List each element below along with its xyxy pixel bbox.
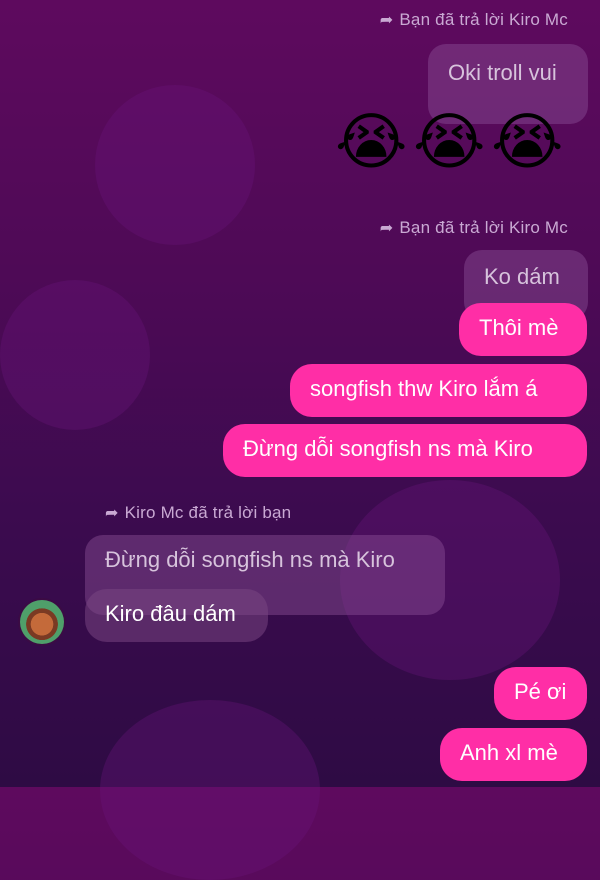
crying-emoji-icon: 😭 (491, 108, 564, 177)
reply-arrow-icon: ➦ (379, 12, 394, 29)
sent-message[interactable]: songfish thw Kiro lắm á (290, 364, 587, 417)
sent-message[interactable]: Thôi mè (459, 303, 587, 356)
quoted-message-text: Đừng dỗi songfish ns mà Kiro (105, 547, 395, 572)
sent-message-text: Pé ơi (514, 679, 567, 704)
sent-message[interactable]: Pé ơi (494, 667, 587, 720)
sent-message[interactable]: Đừng dỗi songfish ns mà Kiro (223, 424, 587, 477)
sent-message-text: Thôi mè (479, 315, 559, 340)
reply-note-text: Bạn đã trả lời Kiro Mc (399, 218, 568, 237)
received-message[interactable]: Kiro đâu dám (85, 589, 268, 642)
sent-message-text: Đừng dỗi songfish ns mà Kiro (243, 436, 533, 461)
reply-note: ➦ Bạn đã trả lời Kiro Mc (380, 218, 568, 238)
reply-note: ➦ Bạn đã trả lời Kiro Mc (380, 10, 568, 30)
bg-heart-4 (100, 700, 320, 880)
quoted-message-text: Ko dám (484, 264, 560, 289)
bg-heart-1 (95, 85, 255, 245)
bg-heart-2 (0, 280, 150, 430)
contact-avatar[interactable] (20, 600, 64, 644)
reply-arrow-icon: ➦ (105, 505, 119, 522)
reply-note: ➦ Kiro Mc đã trả lời bạn (105, 503, 291, 523)
reply-note-text: Kiro Mc đã trả lời bạn (124, 503, 292, 522)
emoji-message[interactable]: 😭 😭 😭 (335, 112, 575, 188)
crying-emoji-icon: 😭 (335, 108, 408, 177)
reply-arrow-icon: ➦ (379, 220, 394, 237)
reply-note-text: Bạn đã trả lời Kiro Mc (399, 10, 568, 29)
crying-emoji-icon: 😭 (413, 108, 486, 177)
sent-message-text: songfish thw Kiro lắm á (310, 376, 538, 401)
quoted-message-text: Oki troll vui (448, 60, 557, 85)
received-message-text: Kiro đâu dám (105, 601, 236, 626)
sent-message-text: Anh xl mè (460, 740, 558, 765)
sent-message[interactable]: Anh xl mè (440, 728, 587, 781)
